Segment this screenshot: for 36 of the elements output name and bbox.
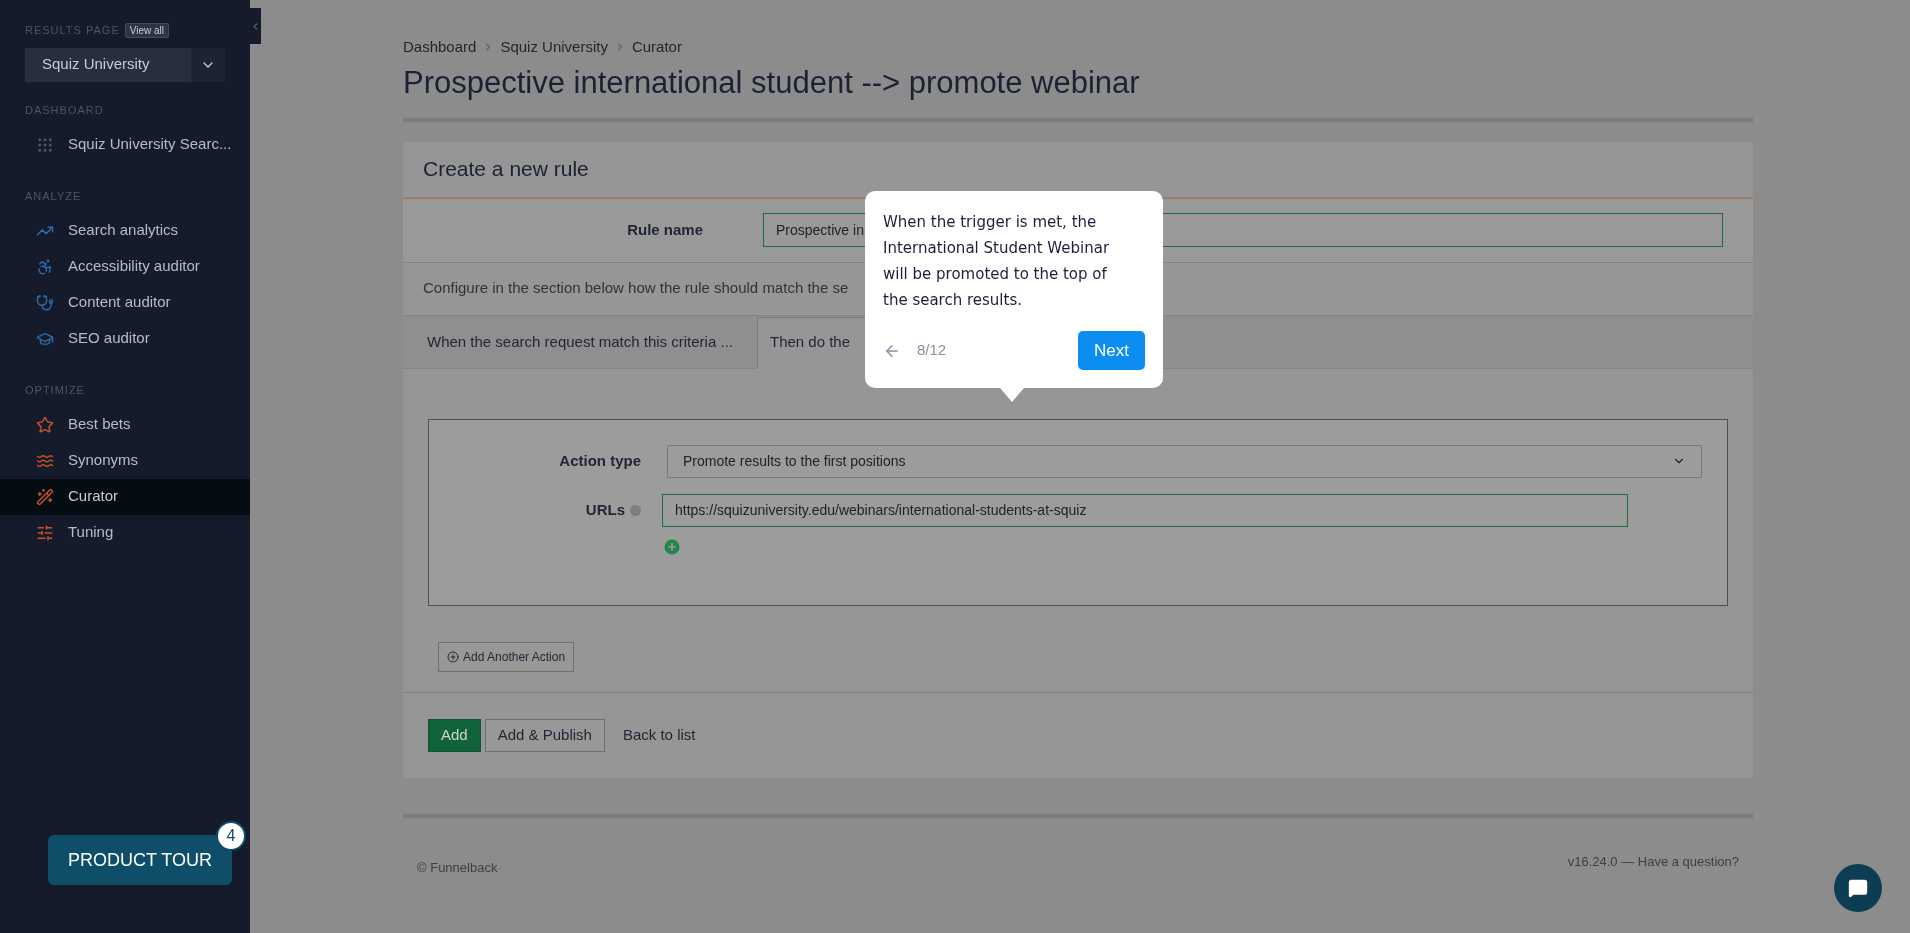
view-all-link[interactable]: View all <box>124 22 169 38</box>
sidebar-item[interactable]: Squiz University Searc... <box>0 126 250 163</box>
section-heading: ANALYZE <box>24 188 83 203</box>
breadcrumb-link[interactable]: Squiz University <box>500 36 608 59</box>
copyright-text: © Funnelback <box>417 858 498 877</box>
tab[interactable]: When the search request match this criteria ... <box>403 316 757 369</box>
sidebar-item[interactable]: Content auditor <box>0 284 250 321</box>
breadcrumb-link[interactable]: Curator <box>631 36 682 59</box>
field-label: URLs <box>585 499 625 520</box>
field-label: Rule name <box>626 219 704 240</box>
add-another-action-button[interactable]: Add Another Action <box>438 641 575 672</box>
sidebar-item[interactable]: Search analytics <box>0 212 250 249</box>
next-button[interactable]: Next <box>1078 331 1145 370</box>
step-counter: 8/12 <box>917 340 947 361</box>
description-text: Configure in the section below how the rule should match the se <box>423 278 849 299</box>
url-input[interactable]: https://squizuniversity.edu/webinars/international-students-at-squiz <box>662 493 1628 527</box>
breadcrumb-link[interactable]: Dashboard <box>403 36 477 59</box>
version-link[interactable]: v16.24.0 — Have a question? <box>1567 851 1739 877</box>
sidebar-item[interactable]: Curator <box>0 478 250 515</box>
section-heading: RESULTS PAGE <box>25 23 120 38</box>
notification-badge: 4 <box>216 821 246 851</box>
section-heading: DASHBOARD <box>24 102 105 117</box>
back-link[interactable]: Back to list <box>608 718 710 752</box>
action-type-select[interactable]: Promote results to the first positions <box>667 444 1702 478</box>
card-title: Create a new rule <box>423 156 589 183</box>
sidebar-item[interactable]: Synonyms <box>0 442 250 479</box>
sidebar-item[interactable]: Accessibility auditor <box>0 248 250 285</box>
results-page-select[interactable]: Squiz University <box>25 47 225 82</box>
sidebar-item[interactable]: Best bets <box>0 406 250 443</box>
sidebar-item[interactable]: SEO auditor <box>0 320 250 357</box>
form-button[interactable]: Add & Publish <box>484 718 605 752</box>
form-button[interactable]: Add <box>428 718 481 752</box>
section-heading: OPTIMIZE <box>24 382 86 397</box>
page-title: Prospective international student --> promote webinar <box>403 63 1141 102</box>
field-label: Action type <box>558 450 641 471</box>
sidebar-item[interactable]: Tuning <box>0 514 250 551</box>
